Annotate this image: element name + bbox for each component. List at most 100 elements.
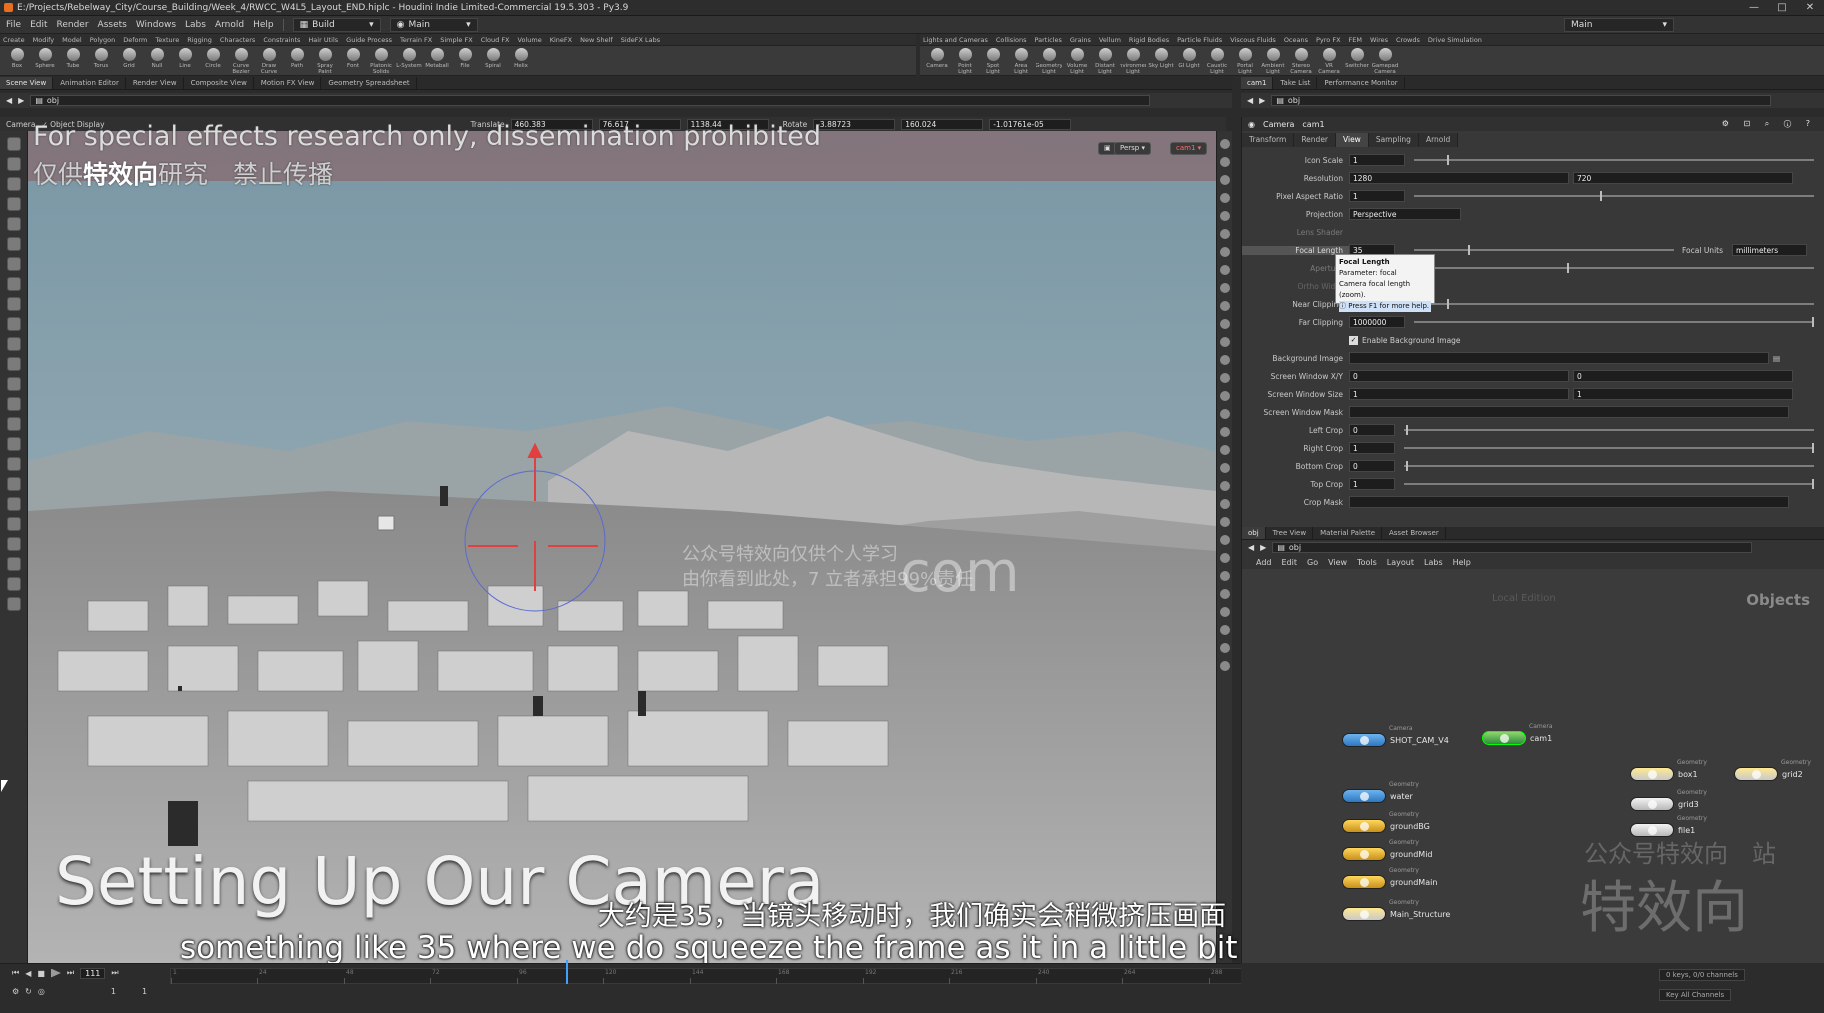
timeline-playhead[interactable] <box>566 960 568 984</box>
shelf-tool[interactable]: Ambient Light <box>1260 48 1286 75</box>
display-option-icon[interactable] <box>1219 481 1230 491</box>
viewport-tool-icon[interactable] <box>6 297 21 311</box>
node-main-structure[interactable]: Geometry Main_Structure <box>1342 899 1450 921</box>
viewport-tool-icon[interactable] <box>6 437 21 451</box>
network-path-field[interactable]: ▤ obj <box>1272 542 1753 553</box>
shelf-tool[interactable]: Spray Paint <box>312 48 338 75</box>
back-arrow-icon[interactable]: ◀ <box>6 96 12 105</box>
menu-arnold[interactable]: Arnold <box>215 20 244 30</box>
pane-tab[interactable]: Render View <box>127 77 184 89</box>
bottom-crop-field[interactable]: 0 <box>1349 460 1395 472</box>
node-body[interactable]: Geometry <box>1734 759 1811 781</box>
node-body[interactable]: Geometry <box>1342 781 1419 803</box>
main-dropdown[interactable]: ◉ Main ▾ <box>389 17 478 32</box>
shelf-tab[interactable]: Drive Simulation <box>1425 36 1485 44</box>
shelf-tool[interactable]: L-System <box>396 48 422 75</box>
shelf-tab[interactable]: Particles <box>1031 36 1064 44</box>
resolution-h-field[interactable]: 720 <box>1573 172 1793 184</box>
menu-labs[interactable]: Labs <box>185 20 206 30</box>
display-option-icon[interactable] <box>1219 661 1230 671</box>
param-header-icons[interactable]: ⚙ ⊡ ⌕ ⓘ ? <box>1722 119 1816 129</box>
network-menu-item[interactable]: Go <box>1307 558 1318 567</box>
shelf-tab[interactable]: Constraints <box>260 36 303 44</box>
persp-dropdown[interactable]: Persp ▾ <box>1114 142 1151 155</box>
menu-render[interactable]: Render <box>57 20 89 30</box>
slider-knob[interactable] <box>1447 155 1449 165</box>
display-option-icon[interactable] <box>1219 643 1230 653</box>
shelf-tool[interactable]: Sphere <box>32 48 58 75</box>
slider-track[interactable] <box>1404 429 1814 431</box>
slider-knob[interactable] <box>1447 299 1449 309</box>
enable-bg-checkbox[interactable]: ✓ <box>1349 335 1358 345</box>
node-body[interactable]: Geometry <box>1342 899 1419 921</box>
viewport-tool-icon[interactable] <box>6 357 21 371</box>
range-start-field[interactable]: 1 <box>111 987 116 996</box>
viewport-tool-icon[interactable] <box>6 397 21 411</box>
node-shot-cam[interactable]: Camera SHOT_CAM_V4 <box>1342 725 1449 747</box>
node-body[interactable]: Geometry <box>1342 839 1419 861</box>
pane-tab[interactable]: Take List <box>1274 77 1318 89</box>
shelf-tab[interactable]: Characters <box>217 36 258 44</box>
crop-mask-field[interactable] <box>1349 496 1789 508</box>
shelf-tool[interactable]: Tube <box>60 48 86 75</box>
node-body[interactable]: Geometry <box>1342 867 1419 889</box>
shelf-tab[interactable]: Texture <box>152 36 182 44</box>
display-option-icon[interactable] <box>1219 409 1230 419</box>
shelf-tool[interactable]: Spiral <box>480 48 506 75</box>
shelf-tab[interactable]: Lights and Cameras <box>920 36 991 44</box>
shelf-tool[interactable]: Distant Light <box>1092 48 1118 75</box>
param-label[interactable]: Focal Length <box>1242 245 1349 255</box>
shelf-tool[interactable]: Area Light <box>1008 48 1034 75</box>
slider-track[interactable] <box>1414 321 1814 323</box>
tab-render[interactable]: Render <box>1294 133 1337 147</box>
back-arrow-icon[interactable]: ◀ <box>1248 543 1254 552</box>
viewport-tool-icon[interactable] <box>6 277 21 291</box>
shelf-tool[interactable]: Draw Curve <box>256 48 282 75</box>
display-option-icon[interactable] <box>1219 247 1230 257</box>
shelf-tab[interactable]: Particle Fluids <box>1174 36 1225 44</box>
node-body[interactable]: Geometry <box>1342 811 1419 833</box>
step-forward-icon[interactable]: ⏭ <box>111 968 118 978</box>
display-option-icon[interactable] <box>1219 499 1230 509</box>
slider-knob[interactable] <box>1812 317 1814 327</box>
display-option-icon[interactable] <box>1219 265 1230 275</box>
slider-knob[interactable] <box>1812 443 1814 453</box>
display-option-icon[interactable] <box>1219 355 1230 365</box>
network-menu-item[interactable]: Edit <box>1282 558 1298 567</box>
minimize-button[interactable]: — <box>1740 2 1768 13</box>
shelf-tool[interactable]: Platonic Solids <box>368 48 394 75</box>
node-body[interactable]: Geometry <box>1630 759 1707 781</box>
node-box1[interactable]: Geometry box1 <box>1630 759 1707 781</box>
forward-arrow-icon[interactable]: ▶ <box>1259 96 1265 105</box>
stop-icon[interactable]: ■ <box>37 969 45 978</box>
menu-help[interactable]: Help <box>253 20 274 30</box>
pane-tab[interactable]: cam1 <box>1241 77 1274 89</box>
close-button[interactable]: ✕ <box>1796 2 1824 13</box>
network-editor[interactable]: obj Tree View Material Palette Asset Browse… <box>1241 527 1824 981</box>
file-chooser-icon[interactable]: ▤ <box>1773 354 1780 363</box>
rotate-x-field[interactable]: -3.88723 <box>813 118 896 130</box>
shelf-tool[interactable]: Circle <box>200 48 226 75</box>
display-option-icon[interactable] <box>1219 427 1230 437</box>
shelf-tool[interactable]: Caustic Light <box>1204 48 1230 75</box>
slider-knob[interactable] <box>1567 263 1569 273</box>
shelf-tab[interactable]: Model <box>59 36 85 44</box>
node-groundmid[interactable]: Geometry groundMid <box>1342 839 1433 861</box>
shelf-tab[interactable]: Terrain FX <box>397 36 435 44</box>
shelf-tab[interactable]: Deform <box>120 36 150 44</box>
menu-assets[interactable]: Assets <box>98 20 127 30</box>
shelf-tool[interactable]: Font <box>340 48 366 75</box>
tab-sampling[interactable]: Sampling <box>1368 133 1419 147</box>
slider-track[interactable] <box>1414 267 1814 269</box>
viewport-tool-icon[interactable] <box>6 537 21 551</box>
pane-tab[interactable]: Composite View <box>185 77 254 89</box>
pane-tab[interactable]: Animation Editor <box>54 77 126 89</box>
back-arrow-icon[interactable]: ◀ <box>1247 96 1253 105</box>
shelf-tab[interactable]: SideFX Labs <box>618 36 663 44</box>
shelf-tab[interactable]: Volume <box>515 36 545 44</box>
pixel-aspect-field[interactable]: 1 <box>1349 190 1405 202</box>
step-back-icon[interactable]: ◀ <box>25 969 31 978</box>
display-option-icon[interactable] <box>1219 589 1230 599</box>
key-all-button[interactable]: Key All Channels <box>1659 989 1732 1001</box>
node-body[interactable]: Geometry <box>1630 789 1707 811</box>
